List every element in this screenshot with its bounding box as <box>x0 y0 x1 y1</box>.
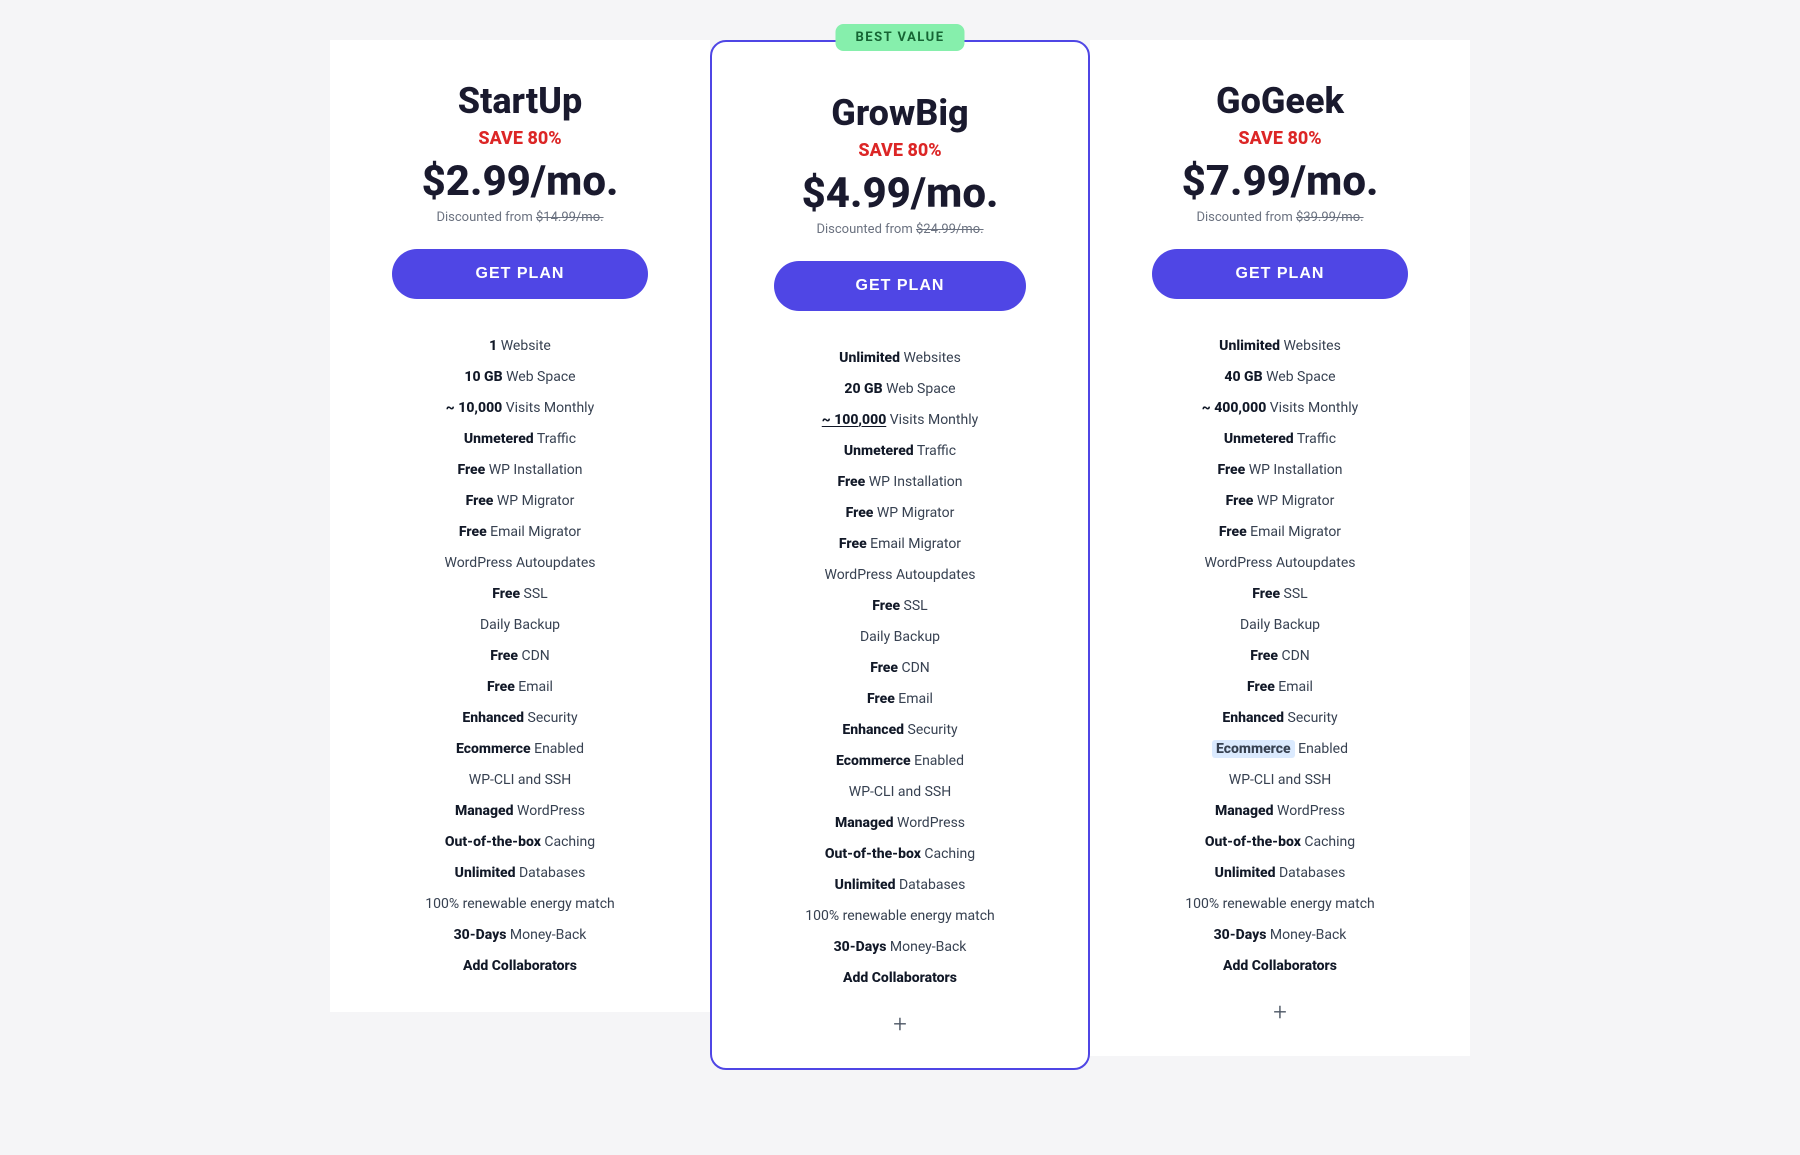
plan-name-growbig: GrowBig <box>742 92 1058 134</box>
price-gogeek: $7.99/mo. <box>1120 157 1440 206</box>
list-item: 100% renewable energy match <box>360 889 680 920</box>
list-item: Unmetered Traffic <box>1120 424 1440 455</box>
list-item: 30-Days Money-Back <box>1120 920 1440 951</box>
list-item: 1 Website <box>360 331 680 362</box>
list-item: 100% renewable energy match <box>1120 889 1440 920</box>
list-item: ~ 10,000 Visits Monthly <box>360 393 680 424</box>
list-item: Unlimited Databases <box>1120 858 1440 889</box>
list-item: Enhanced Security <box>360 703 680 734</box>
list-item: Add Collaborators <box>360 951 680 982</box>
list-item: Free WP Installation <box>742 467 1058 498</box>
list-item: Free Email <box>1120 672 1440 703</box>
list-item: Free SSL <box>360 579 680 610</box>
plan-name-gogeek: GoGeek <box>1120 80 1440 122</box>
plus-icon-gogeek: + <box>1120 998 1440 1026</box>
list-item: Out-of-the-box Caching <box>1120 827 1440 858</box>
list-item: Managed WordPress <box>360 796 680 827</box>
plan-card-gogeek: GoGeek SAVE 80% $7.99/mo. Discounted from $… <box>1090 40 1470 1056</box>
list-item: 10 GB Web Space <box>360 362 680 393</box>
list-item: Daily Backup <box>742 622 1058 653</box>
price-startup: $2.99/mo. <box>360 157 680 206</box>
list-item: 30-Days Money-Back <box>360 920 680 951</box>
features-list-gogeek: Unlimited Websites40 GB Web Space~ 400,0… <box>1120 331 1440 982</box>
list-item: Free CDN <box>360 641 680 672</box>
list-item: 20 GB Web Space <box>742 374 1058 405</box>
list-item: Free Email <box>742 684 1058 715</box>
list-item: Free CDN <box>1120 641 1440 672</box>
best-value-badge: BEST VALUE <box>835 24 964 51</box>
list-item: Free WP Migrator <box>1120 486 1440 517</box>
list-item: WP-CLI and SSH <box>1120 765 1440 796</box>
list-item: Out-of-the-box Caching <box>360 827 680 858</box>
list-item: Ecommerce Enabled <box>1120 734 1440 765</box>
list-item: Free CDN <box>742 653 1058 684</box>
list-item: Managed WordPress <box>1120 796 1440 827</box>
list-item: ~ 100,000 Visits Monthly <box>742 405 1058 436</box>
list-item: Unlimited Databases <box>742 870 1058 901</box>
list-item: Managed WordPress <box>742 808 1058 839</box>
list-item: Unlimited Websites <box>742 343 1058 374</box>
list-item: 40 GB Web Space <box>1120 362 1440 393</box>
list-item: Free WP Installation <box>1120 455 1440 486</box>
list-item: Free Email <box>360 672 680 703</box>
list-item: Unlimited Databases <box>360 858 680 889</box>
list-item: 30-Days Money-Back <box>742 932 1058 963</box>
discounted-from-gogeek: Discounted from $39.99/mo. <box>1120 210 1440 225</box>
plan-name-startup: StartUp <box>360 80 680 122</box>
discounted-from-growbig: Discounted from $24.99/mo. <box>742 222 1058 237</box>
list-item: Free Email Migrator <box>1120 517 1440 548</box>
list-item: Daily Backup <box>360 610 680 641</box>
list-item: Ecommerce Enabled <box>360 734 680 765</box>
discounted-from-startup: Discounted from $14.99/mo. <box>360 210 680 225</box>
plus-icon-growbig: + <box>742 1010 1058 1038</box>
list-item: WordPress Autoupdates <box>360 548 680 579</box>
save-badge-gogeek: SAVE 80% <box>1120 128 1440 149</box>
features-list-growbig: Unlimited Websites20 GB Web Space~ 100,0… <box>742 343 1058 994</box>
list-item: WordPress Autoupdates <box>1120 548 1440 579</box>
list-item: WP-CLI and SSH <box>360 765 680 796</box>
save-badge-growbig: SAVE 80% <box>742 140 1058 161</box>
pricing-container: StartUp SAVE 80% $2.99/mo. Discounted from … <box>300 40 1500 1070</box>
get-plan-button-startup[interactable]: GET PLAN <box>392 249 648 299</box>
list-item: Free WP Installation <box>360 455 680 486</box>
list-item: Out-of-the-box Caching <box>742 839 1058 870</box>
plan-card-startup: StartUp SAVE 80% $2.99/mo. Discounted from … <box>330 40 710 1012</box>
list-item: Free Email Migrator <box>360 517 680 548</box>
list-item: Free WP Migrator <box>360 486 680 517</box>
list-item: WP-CLI and SSH <box>742 777 1058 808</box>
get-plan-button-growbig[interactable]: GET PLAN <box>774 261 1027 311</box>
list-item: Unmetered Traffic <box>742 436 1058 467</box>
list-item: Unmetered Traffic <box>360 424 680 455</box>
list-item: Add Collaborators <box>1120 951 1440 982</box>
list-item: Free SSL <box>1120 579 1440 610</box>
save-badge-startup: SAVE 80% <box>360 128 680 149</box>
list-item: ~ 400,000 Visits Monthly <box>1120 393 1440 424</box>
features-list-startup: 1 Website10 GB Web Space~ 10,000 Visits … <box>360 331 680 982</box>
price-growbig: $4.99/mo. <box>742 169 1058 218</box>
list-item: WordPress Autoupdates <box>742 560 1058 591</box>
get-plan-button-gogeek[interactable]: GET PLAN <box>1152 249 1408 299</box>
plan-card-growbig: BEST VALUEGrowBigSAVE 80%$4.99/mo.Discou… <box>710 40 1090 1070</box>
list-item: Add Collaborators <box>742 963 1058 994</box>
list-item: Daily Backup <box>1120 610 1440 641</box>
list-item: 100% renewable energy match <box>742 901 1058 932</box>
list-item: Ecommerce Enabled <box>742 746 1058 777</box>
list-item: Free WP Migrator <box>742 498 1058 529</box>
list-item: Free Email Migrator <box>742 529 1058 560</box>
list-item: Enhanced Security <box>742 715 1058 746</box>
list-item: Unlimited Websites <box>1120 331 1440 362</box>
list-item: Free SSL <box>742 591 1058 622</box>
list-item: Enhanced Security <box>1120 703 1440 734</box>
